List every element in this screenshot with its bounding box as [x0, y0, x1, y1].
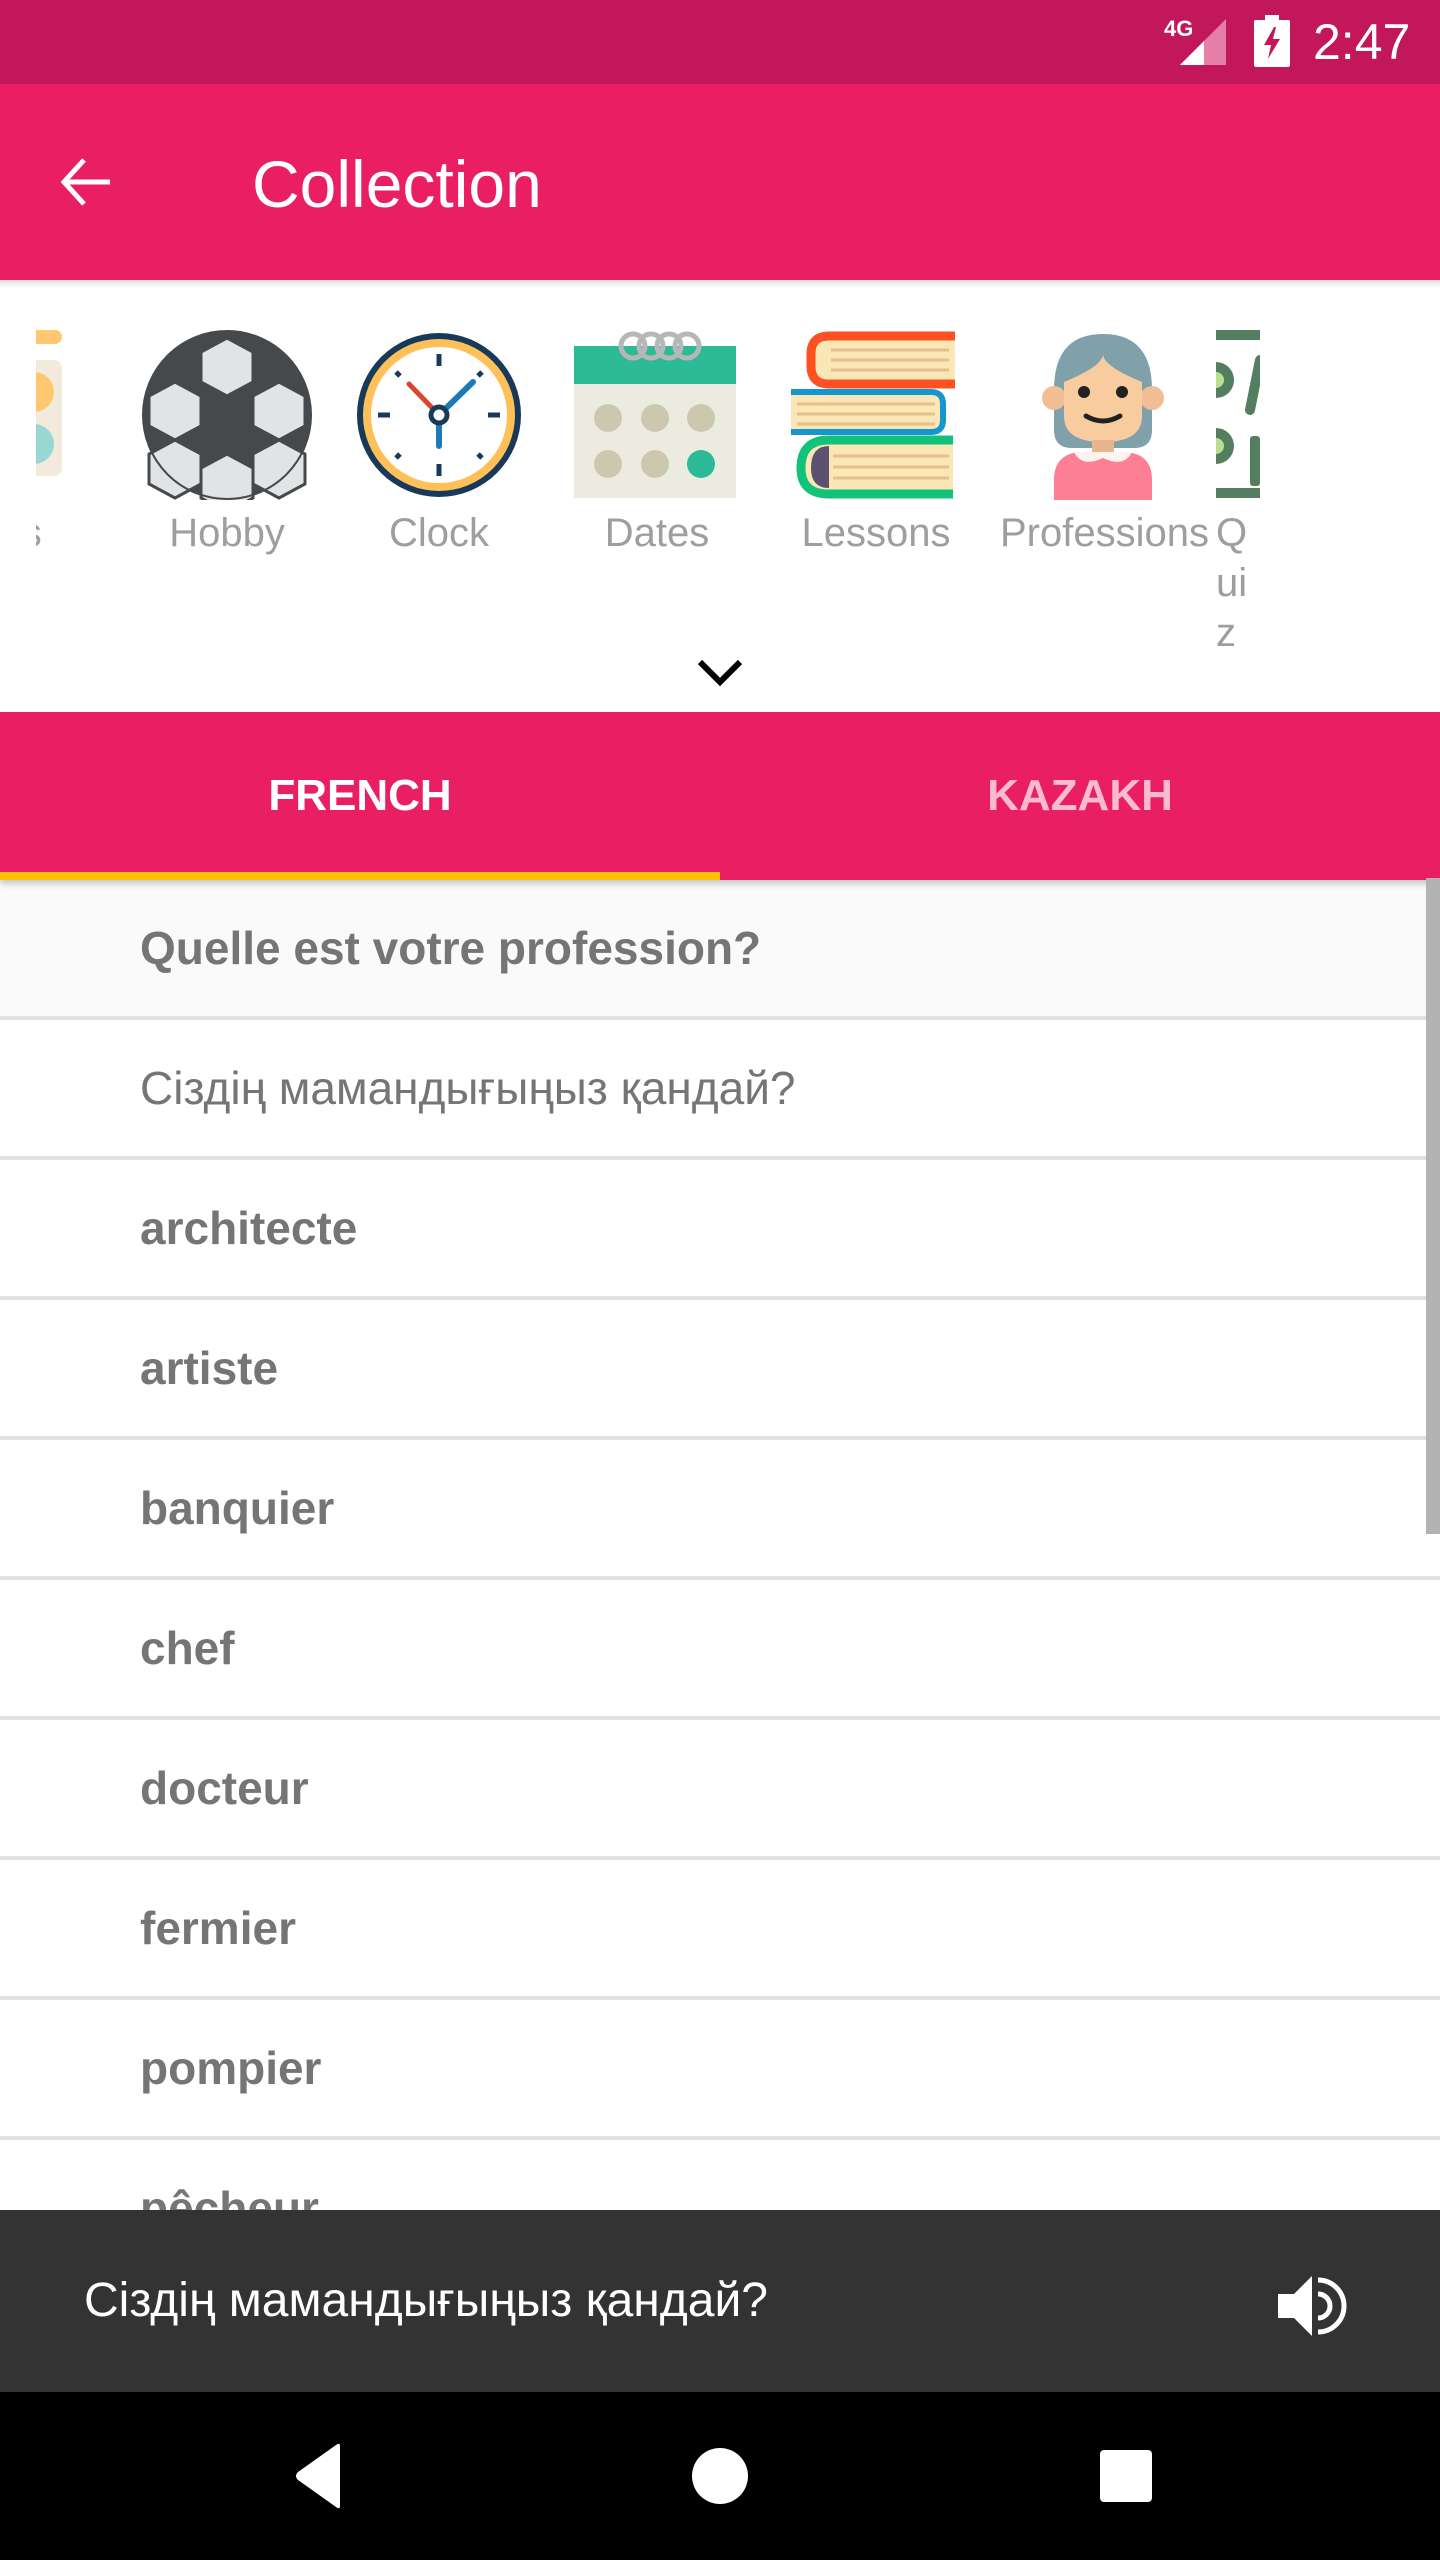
- calendar-icon: [574, 331, 736, 498]
- category-label: Quiz: [1216, 511, 1248, 655]
- phrase-text: Сіздің мамандығыңыз қандай?: [140, 1062, 796, 1114]
- arrow-left-icon[interactable]: [52, 150, 116, 214]
- category-scroller[interactable]: ors Hobby: [36, 280, 1260, 700]
- current-phrase: Сіздің мамандығыңыз қандай?: [84, 2274, 768, 2327]
- category-label: Clock: [388, 511, 490, 555]
- list-item-text: artiste: [140, 1342, 279, 1394]
- category-label: Dates: [604, 511, 710, 555]
- palette-icon: [36, 330, 62, 476]
- category-strip: ors Hobby: [0, 280, 1440, 712]
- phrase-list: Quelle est votre profession? Сіздің мама…: [0, 880, 1440, 2210]
- list-item[interactable]: artiste: [0, 1300, 1440, 1440]
- soccer-ball-icon: [142, 330, 312, 500]
- list-item[interactable]: chef: [0, 1580, 1440, 1720]
- app-bar: Collection: [0, 84, 1440, 280]
- chevron-down-icon[interactable]: [692, 652, 748, 692]
- clock-icon: [357, 333, 521, 497]
- tab-french[interactable]: FRENCH: [0, 712, 720, 880]
- list-item-text: pêcheur: [140, 2182, 319, 2210]
- list-item-text: architecte: [140, 1202, 358, 1254]
- list-item-text: fermier: [140, 1902, 296, 1954]
- signal-icon: [1180, 19, 1226, 65]
- list-item[interactable]: architecte: [0, 1160, 1440, 1300]
- list-header-french[interactable]: Quelle est votre profession?: [0, 880, 1440, 1020]
- tab-kazakh[interactable]: KAZAKH: [720, 712, 1440, 880]
- list-item[interactable]: fermier: [0, 1860, 1440, 2000]
- audio-player-bar: Сіздің мамандығыңыз қандай?: [0, 2210, 1440, 2392]
- tab-indicator: [0, 872, 720, 880]
- list-item-text: pompier: [140, 2042, 322, 2094]
- category-label: ors: [36, 508, 104, 558]
- status-bar: 4G 2:47: [0, 0, 1440, 84]
- list-item[interactable]: banquier: [0, 1440, 1440, 1580]
- list-item[interactable]: pompier: [0, 2000, 1440, 2140]
- volume-icon[interactable]: [1276, 2270, 1348, 2342]
- list-item-text: chef: [140, 1622, 235, 1674]
- clock-time: 2:47: [1313, 14, 1411, 70]
- language-tabs: FRENCH KAZAKH: [0, 712, 1440, 880]
- page-title: Collection: [252, 147, 542, 221]
- list-header-kazakh[interactable]: Сіздің мамандығыңыз қандай?: [0, 1020, 1440, 1160]
- list-item[interactable]: docteur: [0, 1720, 1440, 1860]
- nav-home-icon[interactable]: [680, 2436, 760, 2516]
- books-icon: [791, 331, 955, 499]
- quiz-icon: [1216, 330, 1260, 498]
- category-label: Lessons: [801, 511, 951, 555]
- list-item-text: banquier: [140, 1482, 335, 1534]
- system-nav-bar: [0, 2392, 1440, 2560]
- list-item[interactable]: pêcheur: [0, 2140, 1440, 2210]
- person-icon: [1042, 334, 1164, 500]
- nav-back-icon[interactable]: [280, 2436, 360, 2516]
- list-scrollbar[interactable]: [1426, 878, 1440, 1534]
- nav-recents-icon[interactable]: [1086, 2436, 1166, 2516]
- battery-charging-icon: [1254, 15, 1290, 67]
- phrase-text: Quelle est votre profession?: [140, 922, 762, 974]
- category-label: Professions: [1000, 511, 1209, 555]
- list-item-text: docteur: [140, 1762, 309, 1814]
- category-label: Hobby: [169, 511, 285, 555]
